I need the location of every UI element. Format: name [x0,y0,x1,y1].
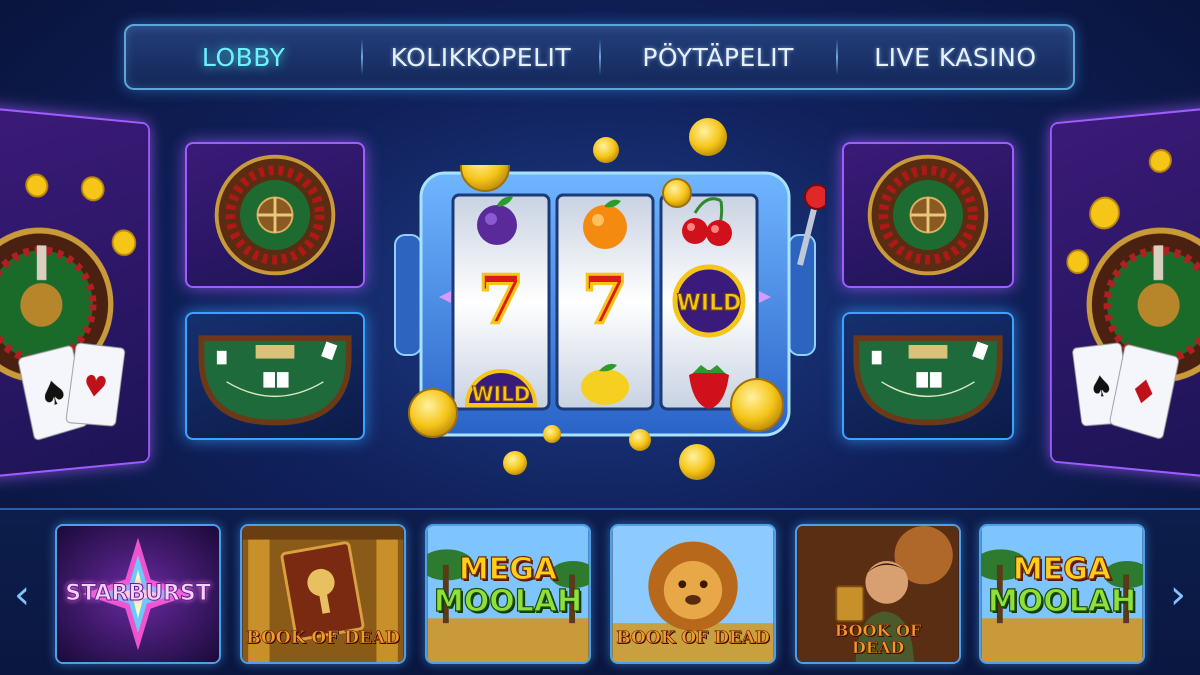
left-panel-roulette[interactable] [185,142,365,288]
game-title: MEGA MOOLAH [433,552,583,619]
carousel-next-icon[interactable]: › [1164,570,1192,620]
seven-symbol: 7 [582,261,628,339]
game-title: BOOK OF DEAD [246,628,400,649]
svg-text:♥: ♥ [81,369,109,405]
roulette-cards-illustration: ♠ ♥ [0,109,148,476]
top-navigation: LOBBY KOLIKKOPELIT PÖYTÄPELIT LIVE KASIN… [124,24,1075,90]
game-card-book-of-dead-hero[interactable]: BOOK OF DEAD [795,524,961,664]
game-card-mega-moolah[interactable]: MEGA MOOLAH [425,524,591,664]
tab-live-kasino[interactable]: LIVE KASINO [838,26,1073,88]
slot-machine-illustration: 7 7 WILD WILD [394,142,830,438]
tab-lobby[interactable]: LOBBY [126,26,361,88]
wild-symbol: WILD [677,291,742,316]
right-outer-panel-roulette-cards[interactable]: ♠ ♦ [1050,106,1200,479]
roulette-wheel-illustration [214,154,336,276]
svg-text:♠: ♠ [1087,368,1115,404]
coin-icon [689,118,727,156]
right-panel-roulette[interactable] [842,142,1014,288]
wild-symbol: WILD [472,382,531,406]
seven-symbol: 7 [478,261,524,339]
game-title: STARBURST [65,581,212,607]
game-card-book-of-dead[interactable]: BOOK OF DEAD [240,524,406,664]
roulette-wheel-illustration [867,154,989,276]
blackjack-table-illustration [198,335,352,426]
coin-icon [503,451,527,475]
game-title: MEGA MOOLAH [987,552,1137,619]
game-title: BOOK OF DEAD [616,628,770,649]
slot-machine[interactable]: 7 7 WILD WILD [385,142,830,445]
coin-icon [593,137,619,163]
roulette-cards-illustration: ♠ ♦ [1052,109,1200,476]
coin-icon [408,388,458,438]
carousel-prev-icon[interactable]: ‹ [8,570,36,620]
left-panel-blackjack[interactable] [185,312,365,440]
coin-icon [679,444,715,480]
coin-icon [730,378,784,432]
right-panel-blackjack[interactable] [842,312,1014,440]
tab-poytapelit[interactable]: PÖYTÄPELIT [601,26,836,88]
left-outer-panel-roulette-cards[interactable]: ♠ ♥ [0,106,150,479]
game-card-mega-moolah[interactable]: MEGA MOOLAH [979,524,1145,664]
coin-icon [662,178,692,208]
blackjack-table-illustration [853,335,1003,426]
tab-kolikkopelit[interactable]: KOLIKKOPELIT [363,26,598,88]
game-title: BOOK OF DEAD [834,621,922,657]
game-card-book-of-dead-lion[interactable]: BOOK OF DEAD [610,524,776,664]
game-card-starburst[interactable]: STARBURST [55,524,221,664]
